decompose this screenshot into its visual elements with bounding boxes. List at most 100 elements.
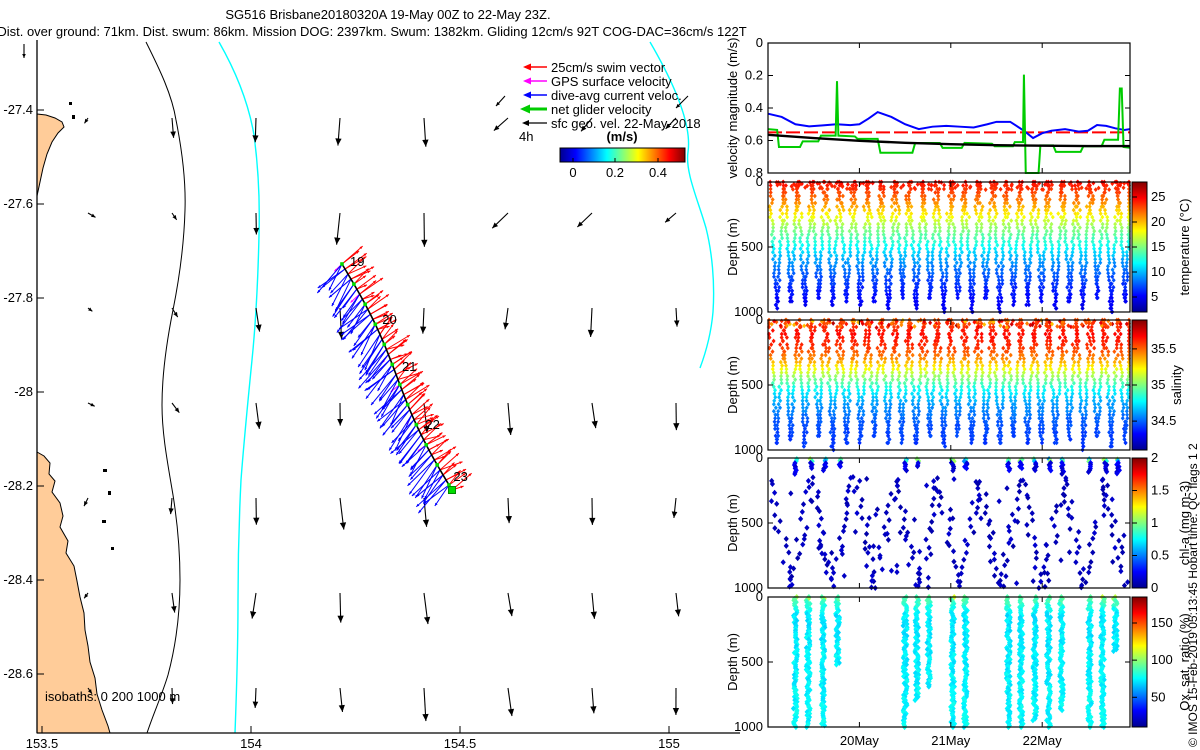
pt (1071, 260, 1075, 265)
pt (1110, 496, 1115, 502)
pt (1078, 388, 1082, 393)
pt (1079, 257, 1083, 262)
pt (897, 353, 901, 358)
pt (769, 342, 773, 347)
pt (1034, 555, 1039, 561)
pt (944, 288, 948, 293)
pt (930, 183, 934, 188)
pt (835, 367, 839, 372)
pt (846, 483, 851, 489)
pt (1036, 211, 1040, 216)
pt (844, 516, 849, 522)
pt (1094, 433, 1098, 438)
pt (924, 482, 929, 488)
pt (1101, 353, 1105, 358)
dive-avg-current-vector (329, 279, 351, 297)
pt (1055, 409, 1059, 414)
pt (1032, 565, 1037, 571)
pt (931, 246, 935, 251)
pt (841, 339, 845, 344)
pt (1063, 384, 1067, 389)
pt (835, 204, 839, 209)
pt (1110, 532, 1115, 538)
pt (967, 322, 971, 327)
pt (889, 402, 893, 407)
pt (895, 483, 900, 489)
salinity-scatter (767, 318, 1131, 453)
pt (1001, 552, 1006, 558)
pt (1084, 391, 1088, 396)
pt (1041, 253, 1045, 258)
pt (1078, 208, 1082, 213)
pt (1035, 342, 1039, 347)
pt (888, 405, 892, 410)
pt (1063, 363, 1067, 368)
pt (800, 215, 804, 220)
pt (1121, 253, 1125, 258)
pt (844, 510, 849, 516)
pt (848, 208, 852, 213)
pt (1045, 356, 1049, 361)
pt (1106, 377, 1110, 382)
pt (1001, 353, 1005, 358)
pt (838, 346, 842, 351)
pt (858, 503, 863, 509)
pt (859, 515, 864, 521)
pt (794, 537, 799, 543)
net-velocity-mark (374, 322, 378, 326)
pt (1046, 218, 1050, 223)
pt (855, 349, 859, 354)
pt (845, 488, 850, 494)
pt (995, 353, 999, 358)
pt (931, 478, 936, 484)
pt (804, 525, 809, 531)
pt (776, 412, 780, 417)
pt (1051, 264, 1055, 269)
net-velocity-mark (382, 343, 386, 347)
pt (898, 504, 903, 510)
pt (1041, 564, 1046, 570)
current-arrow-head (424, 617, 430, 624)
pt (1086, 218, 1090, 223)
pt (889, 218, 893, 223)
pt (819, 253, 823, 258)
pt (939, 356, 943, 361)
lon-tick-label: 155 (658, 736, 680, 750)
pt (862, 391, 866, 396)
pt (787, 264, 791, 269)
pt (985, 264, 989, 269)
pt (992, 349, 996, 354)
pt (908, 335, 912, 340)
current-arrow-head (506, 516, 512, 523)
pt (938, 253, 942, 258)
pt (816, 489, 821, 495)
legend-sfc-geo-vel-arrow-icon (522, 120, 547, 126)
pt (947, 225, 951, 230)
pt (875, 402, 879, 407)
pt (827, 346, 831, 351)
pt (1016, 506, 1021, 512)
pt (1004, 190, 1008, 195)
pt (1120, 549, 1125, 555)
track-day-label: 23 (453, 469, 467, 484)
pt (942, 187, 946, 192)
pt (1052, 523, 1057, 529)
pt (885, 503, 890, 509)
pt (983, 510, 988, 516)
pt (1108, 409, 1112, 414)
current-arrow-head (337, 419, 343, 426)
pt (778, 250, 782, 255)
current-arrow-head (591, 612, 597, 619)
pt (1018, 356, 1022, 361)
pt (1008, 395, 1012, 400)
pt (783, 360, 787, 365)
pt (980, 225, 984, 230)
pt (903, 250, 907, 255)
pt (818, 260, 822, 265)
pt (803, 489, 808, 495)
pt (974, 208, 978, 213)
pt (780, 236, 784, 241)
pt (931, 271, 935, 276)
pt (1078, 409, 1082, 414)
pt (840, 229, 844, 234)
